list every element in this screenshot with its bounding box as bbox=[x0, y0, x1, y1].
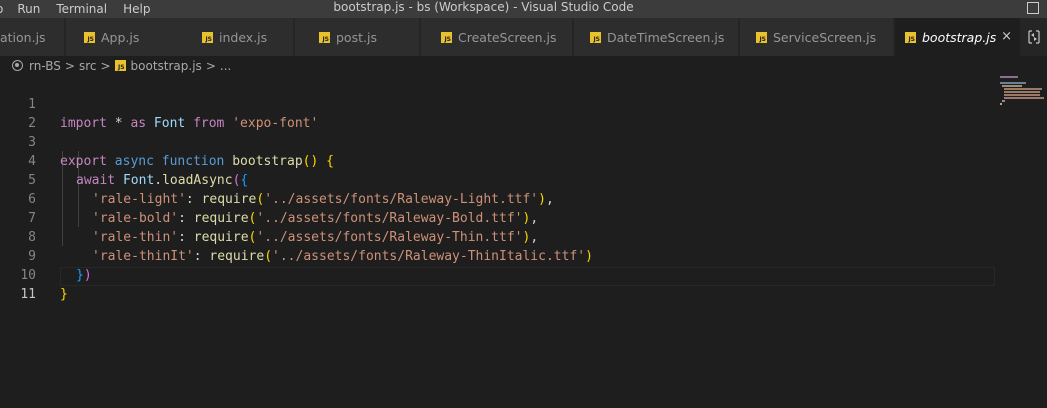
code-line: 2 bbox=[0, 95, 995, 131]
breadcrumb-root[interactable]: rn-BS bbox=[29, 59, 61, 73]
tab-label: ServiceScreen.js bbox=[773, 29, 877, 45]
tab-navigation[interactable]: ation.js bbox=[0, 18, 65, 56]
breadcrumb-file-label: bootstrap.js bbox=[130, 58, 202, 73]
breadcrumb-separator: > bbox=[64, 58, 75, 73]
breadcrumb-separator: > bbox=[100, 58, 111, 73]
tab-index[interactable]: index.js bbox=[184, 18, 294, 56]
tab-label: index.js bbox=[219, 29, 268, 45]
tab-label: DateTimeScreen.js bbox=[607, 29, 725, 45]
breadcrumb-symbol[interactable]: ... bbox=[220, 59, 231, 73]
split-editor-icon[interactable] bbox=[1021, 18, 1047, 56]
breadcrumb-folder[interactable]: src bbox=[79, 59, 97, 73]
close-icon[interactable]: × bbox=[1001, 30, 1012, 43]
line-code: } bbox=[60, 287, 68, 302]
js-file-icon bbox=[441, 31, 452, 43]
tab-label: CreateScreen.js bbox=[458, 29, 557, 45]
tab-create-screen[interactable]: CreateScreen.js bbox=[421, 18, 573, 56]
tab-label: bootstrap.js bbox=[922, 29, 997, 45]
code-line: 9 }) bbox=[0, 228, 995, 283]
js-file-icon bbox=[319, 31, 330, 43]
title-bar: o Run Terminal Help bootstrap.js - bs (W… bbox=[0, 0, 1047, 18]
tab-label: ation.js bbox=[0, 29, 46, 45]
tab-app[interactable]: App.js bbox=[66, 18, 192, 56]
menu-item-run[interactable]: Run bbox=[17, 1, 40, 17]
code-line: 10 } bbox=[0, 247, 995, 302]
tab-label: App.js bbox=[101, 29, 140, 45]
workspace-root-icon bbox=[12, 60, 23, 71]
tab-datetime-screen[interactable]: DateTimeScreen.js bbox=[574, 18, 739, 56]
code-line: 11 bbox=[0, 266, 995, 302]
line-number: 11 bbox=[20, 287, 36, 302]
code-line: 1 import * as Font from 'expo-font' bbox=[0, 76, 995, 131]
tab-service-screen[interactable]: ServiceScreen.js bbox=[740, 18, 894, 56]
editor-tab-bar: ation.js App.js index.js post.js CreateS… bbox=[0, 18, 1047, 56]
menu-item-terminal[interactable]: Terminal bbox=[56, 1, 107, 17]
tab-label: post.js bbox=[336, 29, 377, 45]
code-line: 4 await Font.loadAsync({ bbox=[0, 133, 995, 188]
code-line: 6 'rale-bold': require('../assets/fonts/… bbox=[0, 171, 995, 226]
overview-ruler[interactable] bbox=[1033, 75, 1047, 408]
js-file-icon bbox=[114, 60, 126, 71]
menu-item-go[interactable]: o bbox=[0, 1, 3, 17]
breadcrumb: rn-BS > src > bootstrap.js > ... bbox=[0, 56, 1047, 75]
menu-item-help[interactable]: Help bbox=[123, 1, 150, 17]
code-editor[interactable]: 1 import * as Font from 'expo-font' 2 3 … bbox=[0, 75, 1047, 408]
menu-bar: o Run Terminal Help bbox=[0, 0, 166, 18]
js-file-icon bbox=[590, 31, 601, 43]
code-line: 8 'rale-thinIt': require('../assets/font… bbox=[0, 209, 995, 264]
js-file-icon bbox=[202, 31, 213, 43]
tab-post[interactable]: post.js bbox=[295, 18, 420, 56]
code-line: 7 'rale-thin': require('../assets/fonts/… bbox=[0, 190, 995, 245]
code-line: 3 export async function bootstrap() { bbox=[0, 114, 995, 169]
code-line: 5 'rale-light': require('../assets/fonts… bbox=[0, 152, 995, 207]
breadcrumb-separator: > bbox=[205, 58, 216, 73]
breadcrumb-file[interactable]: bootstrap.js bbox=[114, 58, 202, 73]
tab-bootstrap[interactable]: bootstrap.js × bbox=[895, 18, 1021, 56]
maximize-button[interactable] bbox=[1021, 0, 1047, 18]
js-file-icon bbox=[756, 31, 767, 43]
js-file-icon bbox=[84, 31, 95, 43]
js-file-icon bbox=[905, 31, 916, 43]
